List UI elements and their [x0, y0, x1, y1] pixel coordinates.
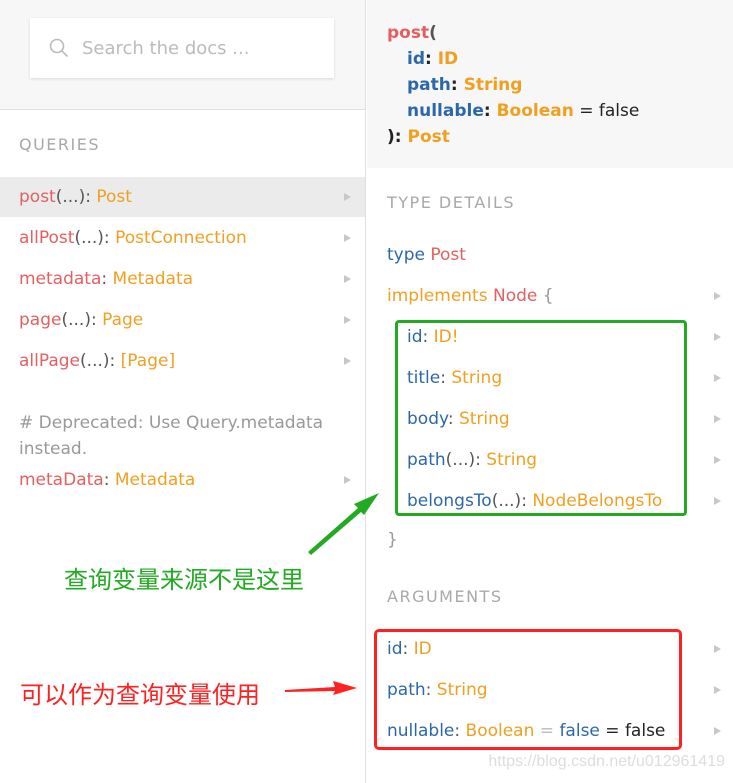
query-label: metaData: Metadata	[19, 470, 196, 490]
type-declaration: type Post	[387, 245, 466, 265]
signature-arg: path: String	[407, 75, 523, 95]
chevron-right-icon	[344, 476, 351, 484]
field-signature: post( id: ID path: String nullable: Bool…	[367, 0, 733, 168]
argument-id[interactable]: id: ID	[367, 629, 733, 669]
queries-section-title: QUERIES	[19, 135, 101, 154]
query-item-page[interactable]: page(...): Page	[0, 300, 365, 340]
type-field-title[interactable]: title: String	[367, 358, 733, 398]
type-field-id[interactable]: id: ID!	[367, 317, 733, 357]
query-item-allpage[interactable]: allPage(...): [Page]	[0, 341, 365, 381]
red-annotation-text: 可以作为查询变量使用	[20, 681, 260, 709]
chevron-right-icon	[714, 333, 721, 341]
type-field-belongsto[interactable]: belongsTo(...): NodeBelongsTo	[367, 481, 733, 521]
search-area	[0, 0, 365, 110]
chevron-right-icon	[714, 686, 721, 694]
query-item-metadata[interactable]: metadata: Metadata	[0, 259, 365, 299]
query-label: page(...): Page	[19, 310, 144, 330]
chevron-right-icon	[714, 374, 721, 382]
chevron-right-icon	[714, 415, 721, 423]
watermark: https://blog.csdn.net/u012961419	[488, 753, 725, 770]
chevron-right-icon	[714, 727, 721, 735]
chevron-right-icon	[714, 292, 721, 300]
chevron-right-icon	[714, 497, 721, 505]
type-details-title: TYPE DETAILS	[387, 193, 516, 212]
arguments-title: ARGUMENTS	[387, 587, 503, 606]
doc-detail-panel: post( id: ID path: String nullable: Bool…	[367, 0, 733, 783]
query-item-metadata-deprecated[interactable]: metaData: Metadata	[0, 460, 365, 500]
chevron-right-icon	[714, 456, 721, 464]
implements-node[interactable]: implements Node {	[367, 276, 733, 316]
chevron-right-icon	[714, 645, 721, 653]
search-icon	[49, 38, 69, 58]
deprecation-note: # Deprecated: Use Query.metadata instead…	[19, 413, 324, 459]
closing-brace: }	[387, 530, 398, 550]
docs-sidebar: QUERIES post(...): Post allPost(...): Po…	[0, 0, 366, 783]
signature-arg: nullable: Boolean = false	[407, 101, 640, 121]
search-input[interactable]	[82, 37, 322, 59]
chevron-right-icon	[344, 193, 351, 201]
chevron-right-icon	[344, 234, 351, 242]
green-annotation-text: 查询变量来源不是这里	[64, 566, 304, 594]
argument-nullable[interactable]: nullable: Boolean = false = false	[367, 711, 733, 751]
signature-arg: id: ID	[407, 49, 459, 69]
query-item-post[interactable]: post(...): Post	[0, 177, 365, 217]
chevron-right-icon	[344, 275, 351, 283]
argument-path[interactable]: path: String	[367, 670, 733, 710]
query-item-allpost[interactable]: allPost(...): PostConnection	[0, 218, 365, 258]
query-label: allPage(...): [Page]	[19, 351, 176, 371]
type-field-path[interactable]: path(...): String	[367, 440, 733, 480]
chevron-right-icon	[344, 357, 351, 365]
chevron-right-icon	[344, 316, 351, 324]
type-field-body[interactable]: body: String	[367, 399, 733, 439]
search-box[interactable]	[30, 18, 334, 78]
query-label: metadata: Metadata	[19, 269, 194, 289]
query-label: allPost(...): PostConnection	[19, 228, 247, 248]
query-label: post(...): Post	[19, 187, 132, 207]
